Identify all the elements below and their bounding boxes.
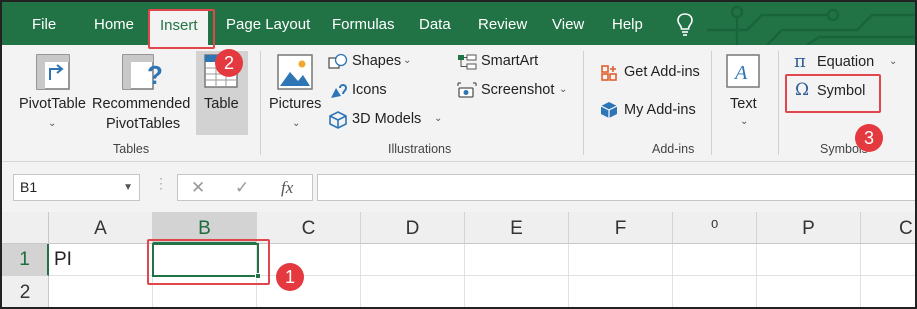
tab-data[interactable]: Data <box>419 2 451 45</box>
column-header-q-partial[interactable]: C <box>861 212 915 244</box>
my-add-ins-label[interactable]: My Add-ins <box>624 102 696 118</box>
smartart-label[interactable]: SmartArt <box>481 53 538 69</box>
circuit-pattern-icon <box>707 5 915 45</box>
cell-q1[interactable] <box>861 244 915 276</box>
get-add-ins-icon[interactable] <box>600 64 618 82</box>
group-divider <box>711 51 712 155</box>
cell-a2[interactable] <box>49 276 153 307</box>
name-box-value: B1 <box>20 179 38 195</box>
illustrations-group-label: Illustrations <box>388 142 452 156</box>
pictures-chevron-down-icon[interactable]: ⌄ <box>292 118 300 129</box>
cell-o2[interactable] <box>673 276 757 307</box>
cancel-icon[interactable]: ✕ <box>191 175 205 200</box>
column-header-c[interactable]: C <box>257 212 361 244</box>
cell-e1[interactable] <box>465 244 569 276</box>
shapes-label[interactable]: Shapes <box>352 53 401 69</box>
3d-models-label[interactable]: 3D Models <box>352 111 421 127</box>
insert-ribbon: PivotTable ⌄ ? Recommended PivotTables T… <box>2 45 915 162</box>
group-divider <box>260 51 261 155</box>
select-all-corner[interactable] <box>2 212 49 244</box>
step-badge-1: 1 <box>276 263 304 291</box>
lightbulb-icon[interactable] <box>674 12 696 38</box>
tab-review[interactable]: Review <box>478 2 527 45</box>
icons-icon[interactable] <box>328 82 348 100</box>
equation-label[interactable]: Equation <box>817 54 874 70</box>
row-header-1[interactable]: 1 <box>2 244 49 276</box>
column-header-e[interactable]: E <box>465 212 569 244</box>
step-badge-3: 3 <box>855 124 883 152</box>
3d-models-icon[interactable] <box>328 110 348 130</box>
pictures-label[interactable]: Pictures <box>269 96 321 112</box>
grip-icon: ⋮ <box>154 175 168 191</box>
step-badge-2: 2 <box>215 49 243 77</box>
cell-p1[interactable] <box>757 244 861 276</box>
cell-q2[interactable] <box>861 276 915 307</box>
formula-buttons: ✕ ✓ fx <box>177 174 313 201</box>
formula-bar: B1 ▼ ⋮ ✕ ✓ fx <box>2 162 915 212</box>
shapes-chevron-down-icon[interactable]: ⌄ <box>403 55 411 66</box>
column-header-d[interactable]: D <box>361 212 465 244</box>
screenshot-chevron-down-icon[interactable]: ⌄ <box>559 84 567 95</box>
recommended-label-line2[interactable]: PivotTables <box>106 116 180 132</box>
group-divider <box>778 51 779 155</box>
shapes-icon[interactable] <box>328 53 348 71</box>
cell-e2[interactable] <box>465 276 569 307</box>
column-header-partial[interactable]: ⁰ <box>673 212 757 244</box>
my-add-ins-icon[interactable] <box>600 101 618 119</box>
ribbon-tab-bar: File Home Insert Page Layout Formulas Da… <box>2 2 915 47</box>
svg-text:?: ? <box>147 60 163 90</box>
recommended-label-line1[interactable]: Recommended <box>92 96 190 112</box>
pivottable-icon[interactable] <box>36 54 70 90</box>
cell-f2[interactable] <box>569 276 673 307</box>
tab-file[interactable]: File <box>32 2 56 45</box>
equation-chevron-down-icon[interactable]: ⌄ <box>889 56 897 67</box>
add-ins-group-label: Add-ins <box>652 142 695 156</box>
tab-formulas[interactable]: Formulas <box>332 2 395 45</box>
pivottable-label[interactable]: PivotTable <box>19 96 86 112</box>
formula-input[interactable] <box>317 174 915 201</box>
tables-group-label: Tables <box>113 142 150 156</box>
enter-check-icon[interactable]: ✓ <box>235 175 249 200</box>
column-header-p[interactable]: P <box>757 212 861 244</box>
column-header-f[interactable]: F <box>569 212 673 244</box>
excel-window: File Home Insert Page Layout Formulas Da… <box>0 0 917 309</box>
cell-d1[interactable] <box>361 244 465 276</box>
insert-function-icon[interactable]: fx <box>281 175 293 200</box>
chevron-down-icon[interactable]: ▼ <box>123 175 133 200</box>
name-box[interactable]: B1 ▼ <box>13 174 140 201</box>
screenshot-label[interactable]: Screenshot <box>481 82 554 98</box>
tab-page-layout[interactable]: Page Layout <box>226 2 310 45</box>
cell-d2[interactable] <box>361 276 465 307</box>
pictures-icon[interactable] <box>277 54 313 90</box>
smartart-icon[interactable] <box>457 53 477 71</box>
cell-p2[interactable] <box>757 276 861 307</box>
cell-c1[interactable] <box>257 244 361 276</box>
row-header-2[interactable]: 2 <box>2 276 49 307</box>
cell-o1[interactable] <box>673 244 757 276</box>
icons-label[interactable]: Icons <box>352 82 387 98</box>
cell-a1[interactable]: PI <box>49 244 153 276</box>
tab-view[interactable]: View <box>552 2 584 45</box>
tab-home[interactable]: Home <box>94 2 134 45</box>
text-icon[interactable]: A <box>726 54 760 88</box>
pivottable-chevron-down-icon[interactable]: ⌄ <box>48 118 56 129</box>
symbol-button-callout <box>785 74 881 113</box>
worksheet-grid: A B C D E F ⁰ P C 1 2 PI <box>2 212 915 307</box>
3d-models-chevron-down-icon[interactable]: ⌄ <box>434 113 442 124</box>
column-header-a[interactable]: A <box>49 212 153 244</box>
recommended-pivottables-icon[interactable]: ? <box>122 54 164 92</box>
cell-c2[interactable] <box>257 276 361 307</box>
text-label[interactable]: Text <box>730 96 757 112</box>
insert-tab-callout <box>148 9 215 49</box>
tab-help[interactable]: Help <box>612 2 643 45</box>
equation-pi-icon[interactable]: π <box>794 51 806 72</box>
get-add-ins-label[interactable]: Get Add-ins <box>624 64 700 80</box>
group-divider <box>583 51 584 155</box>
screenshot-icon[interactable] <box>457 82 477 100</box>
text-chevron-down-icon[interactable]: ⌄ <box>740 116 748 127</box>
cell-f1[interactable] <box>569 244 673 276</box>
table-label[interactable]: Table <box>204 96 239 112</box>
cell-b1-callout <box>147 239 270 285</box>
svg-text:A: A <box>733 62 748 84</box>
